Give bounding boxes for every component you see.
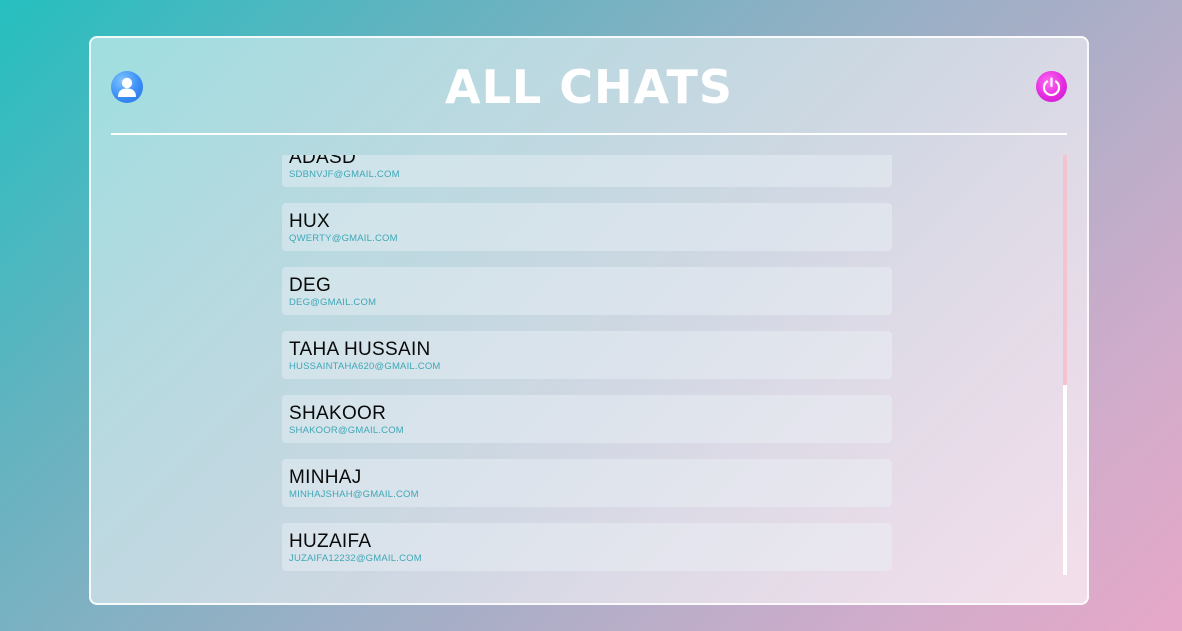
chat-name: DEG xyxy=(289,275,332,296)
power-icon xyxy=(1042,77,1061,97)
chat-email: DEG@GMAIL.COM xyxy=(289,297,377,308)
page-title: ALL CHATS xyxy=(444,60,734,114)
chats-panel: ALL CHATS ADASD SDBNVJF@GMAIL.COM HUX QW… xyxy=(89,36,1089,605)
chat-email: HUSSAINTAHA620@GMAIL.COM xyxy=(289,361,441,372)
chat-item-deg[interactable]: DEG DEG@GMAIL.COM xyxy=(282,267,892,315)
chat-item-taha-hussain[interactable]: TAHA HUSSAIN HUSSAINTAHA620@GMAIL.COM xyxy=(282,331,892,379)
chat-name: HUZAIFA xyxy=(289,531,372,552)
chat-name: SHAKOOR xyxy=(289,403,387,424)
scrollbar-thumb[interactable] xyxy=(1063,155,1067,385)
chat-list[interactable]: ADASD SDBNVJF@GMAIL.COM HUX QWERTY@GMAIL… xyxy=(282,155,894,575)
logout-button[interactable] xyxy=(1036,71,1067,102)
chat-email: QWERTY@GMAIL.COM xyxy=(289,233,398,244)
chat-email: SHAKOOR@GMAIL.COM xyxy=(289,425,404,436)
chat-name: ADASD xyxy=(289,155,356,168)
chat-email: SDBNVJF@GMAIL.COM xyxy=(289,169,400,180)
chat-name: MINHAJ xyxy=(289,467,362,488)
chat-item-shakoor[interactable]: SHAKOOR SHAKOOR@GMAIL.COM xyxy=(282,395,892,443)
chat-email: JUZAIFA12232@GMAIL.COM xyxy=(289,553,422,564)
scrollbar-track[interactable] xyxy=(1063,155,1067,575)
chat-item-adasd[interactable]: ADASD SDBNVJF@GMAIL.COM xyxy=(282,155,892,187)
chat-name: HUX xyxy=(289,211,331,232)
chats-header: ALL CHATS xyxy=(91,38,1087,134)
chat-item-huzaifa[interactable]: HUZAIFA JUZAIFA12232@GMAIL.COM xyxy=(282,523,892,571)
chat-item-minhaj[interactable]: MINHAJ MINHAJSHAH@GMAIL.COM xyxy=(282,459,892,507)
chat-item-hux[interactable]: HUX QWERTY@GMAIL.COM xyxy=(282,203,892,251)
chat-email: MINHAJSHAH@GMAIL.COM xyxy=(289,489,419,500)
chat-name: TAHA HUSSAIN xyxy=(289,339,431,360)
header-divider xyxy=(111,133,1067,135)
